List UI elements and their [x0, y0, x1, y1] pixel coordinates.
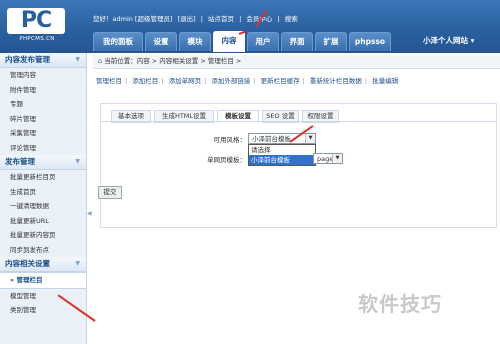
divider: |: [204, 77, 207, 85]
sidebar-item-update-content-pages[interactable]: 批量更新内容页: [0, 228, 86, 243]
tab-extensions[interactable]: 扩展: [315, 32, 347, 51]
tab-users[interactable]: 用户: [247, 32, 279, 51]
dropdown-option-please-select[interactable]: 请选择: [249, 145, 315, 155]
subnav-update-cache[interactable]: 更新栏目缓存: [261, 77, 300, 85]
sidebar-item-manage-content[interactable]: 管理内容: [0, 68, 86, 83]
sidebar-section-publish[interactable]: 发布管理 ▼: [0, 155, 86, 170]
style-select[interactable]: 小泽前台模板 ▼: [248, 133, 316, 144]
sidebar-item-label: 管理栏目: [16, 276, 43, 284]
divider: |: [125, 77, 128, 85]
collapse-arrow-icon: ▼: [75, 56, 80, 63]
logout-link[interactable]: [退出]: [178, 15, 196, 23]
single-page-template-value: page: [317, 155, 333, 163]
category-subnav: 管理栏目 | 添加栏目 | 添加单网页 | 添加外部链接 | 更新栏目缓存 | 重新统计栏…: [96, 75, 496, 85]
subnav-add-category[interactable]: 添加栏目: [132, 77, 158, 85]
tab-settings[interactable]: 设置: [145, 32, 177, 51]
dropdown-option-xiaoze-template[interactable]: 小泽前台模板: [249, 155, 315, 165]
left-sidebar: 内容发布管理 ▼ 管理内容 附件管理 专题 碎片管理 采集管理 评论管理 发布管理…: [0, 53, 87, 344]
sidebar-section-content-settings[interactable]: 内容相关设置 ▼: [0, 257, 86, 272]
divider: |: [364, 77, 368, 85]
divider: |: [200, 15, 203, 23]
style-dropdown-list: 请选择 小泽前台模板: [248, 144, 316, 166]
section-title: 发布管理: [5, 157, 35, 166]
style-label: 可用风格：: [213, 136, 247, 144]
divider: |: [161, 77, 164, 85]
tab-phpsso[interactable]: phpsso: [349, 32, 391, 51]
sidebar-item-manage-categories[interactable]: » 管理栏目: [0, 272, 87, 289]
breadcrumb: ⌂ 当前位置：内容 > 内容相关设置 > 管理栏目 >: [93, 55, 500, 69]
tab-modules[interactable]: 模块: [179, 32, 211, 51]
sidebar-item-update-category-pages[interactable]: 批量更新栏目页: [0, 170, 86, 185]
tab-my-panel[interactable]: 我的面板: [93, 32, 143, 51]
sidebar-item-collection[interactable]: 采集管理: [0, 126, 86, 141]
subnav-batch-edit[interactable]: 批量编辑: [372, 77, 398, 85]
collapse-arrow-icon: ▼: [75, 260, 80, 267]
sidebar-item-generate-home[interactable]: 生成首页: [0, 185, 86, 200]
divider: |: [253, 77, 256, 85]
subnav-recount-data[interactable]: 重新统计栏目数据: [310, 77, 362, 85]
collapse-arrow-icon: ▼: [75, 158, 80, 165]
chevron-down-icon: ▼: [332, 154, 342, 163]
site-selector[interactable]: 小泽个人网站 ▾: [423, 35, 474, 46]
submit-button[interactable]: 提交: [98, 186, 122, 199]
watermark-text: 软件技巧: [358, 292, 442, 316]
sidebar-item-clear-data[interactable]: 一键清理数据: [0, 199, 86, 214]
site-home-link[interactable]: 站点首页: [208, 15, 234, 23]
subnav-add-external-link[interactable]: 添加外部链接: [211, 77, 250, 85]
logo-subtitle: PHPCMS.CN: [19, 36, 55, 42]
subnav-add-single-page[interactable]: 添加单网页: [169, 77, 202, 85]
sidebar-item-attachments[interactable]: 附件管理: [0, 83, 86, 98]
phpcms-logo[interactable]: PC PHPCMS.CN: [7, 8, 67, 42]
top-header: PC PHPCMS.CN 您好！admin [超级管理员] [退出] | 站点首…: [0, 0, 500, 53]
subnav-manage-categories[interactable]: 管理栏目: [96, 77, 122, 85]
sidebar-item-update-url[interactable]: 批量更新URL: [0, 214, 86, 229]
logo-mark: PC: [7, 8, 65, 34]
divider: |: [239, 15, 242, 23]
single-page-template-label: 单网页模板：: [207, 156, 246, 164]
sidebar-item-comments[interactable]: 评论管理: [0, 141, 86, 156]
single-page-template-select[interactable]: page ▼: [313, 153, 343, 164]
top-info-bar: 您好！admin [超级管理员] [退出] | 站点首页 | 会员中心 | 搜索: [93, 13, 301, 23]
sidebar-item-models[interactable]: 模型管理: [0, 289, 86, 304]
tab-interface[interactable]: 界面: [281, 32, 313, 51]
greeting-text: 您好！admin [超级管理员]: [93, 15, 173, 23]
divider: |: [277, 15, 280, 23]
section-title: 内容相关设置: [5, 259, 50, 268]
search-link[interactable]: 搜索: [285, 15, 298, 23]
style-select-value: 小泽前台模板: [252, 135, 291, 143]
chevron-down-icon: ▼: [305, 134, 315, 143]
divider: |: [302, 77, 305, 85]
sidebar-section-content-publish[interactable]: 内容发布管理 ▼: [0, 53, 86, 68]
section-title: 内容发布管理: [5, 55, 50, 64]
sidebar-item-topics[interactable]: 专题: [0, 97, 86, 112]
breadcrumb-text: 当前位置：内容 > 内容相关设置 > 管理栏目 >: [104, 57, 242, 65]
sidebar-item-fragments[interactable]: 碎片管理: [0, 112, 86, 127]
settings-panel: 基本选项 生成HTML设置 模板设置 SEO 设置 权限设置 可用风格： 小泽前…: [100, 103, 497, 228]
sidebar-item-sync-publish[interactable]: 同步到发布点: [0, 243, 86, 258]
tab-divider: [101, 121, 496, 122]
